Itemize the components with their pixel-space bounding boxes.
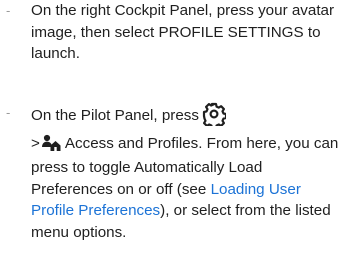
bullet-dash: -: [6, 3, 11, 18]
step-2-text: On the Pilot Panel, press > Access and Pr…: [31, 102, 341, 243]
bullet-dash: -: [6, 105, 11, 120]
people-icon: [41, 134, 61, 158]
gear-icon: [202, 102, 228, 133]
menu-separator: >: [31, 134, 40, 152]
step-1-text: On the right Cockpit Panel, press your a…: [31, 2, 335, 62]
step-2-intro: On the Pilot Panel, press: [31, 107, 199, 124]
